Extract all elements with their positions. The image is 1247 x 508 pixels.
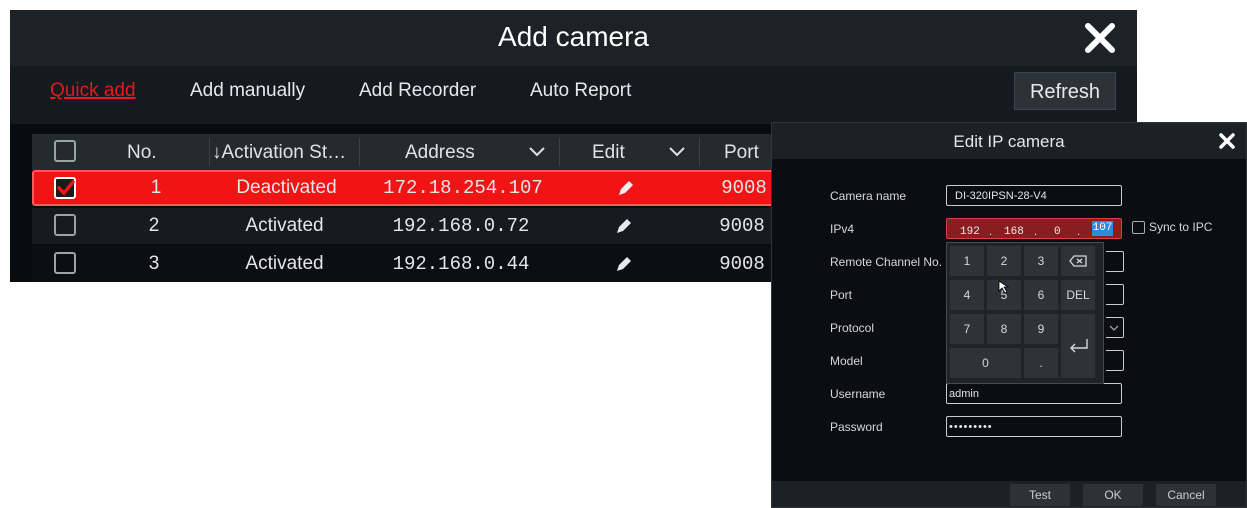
ok-button[interactable]: OK [1083,484,1143,506]
tab-add-recorder[interactable]: Add Recorder [359,80,476,102]
ip-address: 192.168.0.72 [392,215,530,237]
ipv4-separator: . [1034,226,1038,238]
pencil-icon[interactable] [616,178,636,198]
ipv4-segment-2[interactable]: 168 [1004,222,1024,242]
enter-key[interactable] [1061,314,1095,378]
title-bar: Add camera [10,10,1137,66]
column-header-port[interactable]: Port [724,142,759,164]
pencil-icon[interactable] [614,216,634,236]
activation-status: Activated [245,253,324,274]
camera-name-field[interactable]: DI-320IPSN-28-V4 [946,185,1122,206]
dialog-title: Edit IP camera [953,132,1065,151]
cancel-button[interactable]: Cancel [1156,484,1216,506]
checkmark-icon [57,180,75,196]
key-dot[interactable]: . [1024,348,1058,378]
key-3[interactable]: 3 [1024,246,1058,276]
mouse-cursor-icon [998,280,1010,294]
column-divider [699,138,700,166]
username-label: Username [830,387,886,401]
model-field[interactable] [1106,350,1124,371]
row-number: 3 [148,253,160,274]
key-0[interactable]: 0 [950,348,1021,378]
close-icon[interactable] [1083,21,1117,55]
port-value: 9008 [719,215,765,237]
key-7[interactable]: 7 [950,314,984,344]
activation-status: Deactivated [236,177,337,198]
protocol-dropdown[interactable] [1106,317,1124,338]
protocol-label: Protocol [830,321,875,335]
sync-to-ipc-label: Sync to IPC [1149,220,1213,234]
ipv4-label: IPv4 [830,222,855,236]
chevron-down-icon[interactable] [528,146,546,158]
column-divider [559,138,560,166]
key-1[interactable]: 1 [950,246,984,276]
ipv4-separator: . [1077,226,1081,238]
ipv4-separator: . [989,226,993,238]
key-2[interactable]: 2 [987,246,1021,276]
key-6[interactable]: 6 [1024,280,1058,310]
password-label: Password [830,420,883,434]
ipv4-segment-4-selected[interactable]: 107 [1092,221,1113,236]
delete-key[interactable]: DEL [1061,280,1095,310]
ipv4-segment-3[interactable]: 0 [1054,222,1061,242]
chevron-down-icon[interactable] [668,146,686,158]
column-header-edit[interactable]: Edit [592,142,625,164]
key-4[interactable]: 4 [950,280,984,310]
row-checkbox[interactable] [54,177,76,199]
row-checkbox[interactable] [54,214,76,236]
port-label: Port [830,288,853,302]
port-value: 9008 [721,177,767,199]
row-checkbox[interactable] [54,252,76,274]
ip-address: 192.168.0.44 [392,253,530,275]
tab-add-manually[interactable]: Add manually [190,80,305,102]
row-number: 1 [150,177,162,198]
ipv4-segment-1[interactable]: 192 [960,222,980,242]
port-field[interactable] [1106,284,1124,305]
ipv4-field[interactable]: 192 . 168 . 0 . 107 [946,218,1122,239]
key-8[interactable]: 8 [987,314,1021,344]
backspace-icon [1069,255,1087,267]
refresh-button[interactable]: Refresh [1014,72,1116,110]
column-header-address[interactable]: Address [405,142,475,164]
tab-bar: Quick add Add manually Add Recorder Auto… [10,66,1137,124]
remote-channel-field[interactable] [1106,251,1124,272]
edit-ip-camera-dialog: Edit IP camera Camera name DI-320IPSN-28… [771,122,1247,508]
backspace-key[interactable] [1061,246,1095,276]
dialog-footer: Test OK Cancel [772,481,1246,507]
dialog-title-bar: Edit IP camera [772,123,1246,159]
pencil-icon[interactable] [614,254,634,274]
tab-quick-add[interactable]: Quick add [50,80,136,102]
window-title: Add camera [498,21,649,52]
sync-to-ipc-checkbox[interactable] [1132,221,1145,234]
column-header-activation-status[interactable]: ↓Activation St… [212,142,346,164]
column-divider [359,138,360,166]
activation-status: Activated [245,215,324,236]
column-divider [209,138,210,166]
camera-name-label: Camera name [830,189,907,203]
remote-channel-label: Remote Channel No. [830,255,943,269]
enter-icon [1070,339,1088,353]
row-number: 2 [148,215,160,236]
close-icon[interactable] [1218,132,1236,150]
password-field[interactable]: ••••••••• [946,416,1122,437]
select-all-checkbox[interactable] [54,140,76,162]
numeric-keypad: 1 2 3 4 5 6 DEL 7 8 9 0 . [946,242,1104,384]
key-9[interactable]: 9 [1024,314,1058,344]
column-header-no[interactable]: No. [127,142,157,164]
port-value: 9008 [719,253,765,275]
tab-auto-report[interactable]: Auto Report [530,80,631,102]
username-field[interactable]: admin [946,383,1122,404]
model-label: Model [830,354,863,368]
test-button[interactable]: Test [1010,484,1070,506]
ip-address: 172.18.254.107 [383,177,543,199]
chevron-down-icon[interactable] [1109,324,1119,332]
